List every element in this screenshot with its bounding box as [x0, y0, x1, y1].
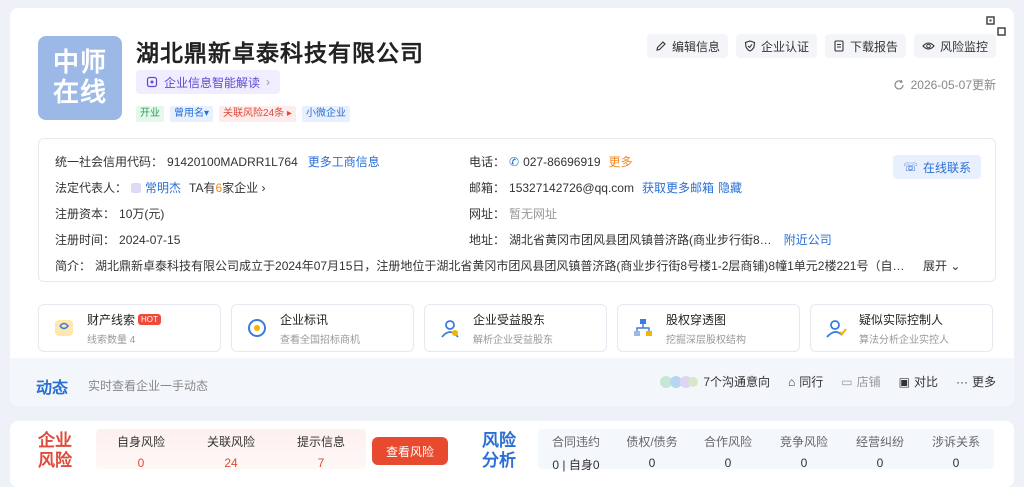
compare-button[interactable]: ▣ 对比	[899, 373, 938, 390]
email-address[interactable]: 15327142726@qq.com	[509, 181, 634, 195]
property-clues-card[interactable]: 财产线索 HOT 线索数量 4	[38, 304, 221, 352]
headset-icon: ☏	[902, 160, 918, 174]
risk-summary-card: 企业 风险 自身风险 0 关联风险 24 提示信息 7 查看风险 风险 分析 合同违约…	[10, 421, 1014, 487]
refresh-icon[interactable]	[893, 79, 905, 91]
intro-text: 湖北鼎新卓泰科技有限公司成立于2024年07月15日，注册地位于湖北省黄冈市团风…	[95, 259, 916, 273]
legal-companies-link[interactable]: TA有6家企业 ›	[189, 179, 266, 196]
peer-button[interactable]: ⌂ 同行	[788, 373, 823, 390]
smart-read-label: 企业信息智能解读	[164, 75, 261, 90]
cooperation-risk[interactable]: 合作风险 0	[690, 429, 766, 470]
phone-row: 电话： ✆ 027-86696919 更多	[469, 153, 633, 170]
related-risk-badge[interactable]: 关联风险24条 ▸	[219, 106, 296, 122]
edit-icon	[656, 41, 666, 51]
phone-more-link[interactable]: 更多	[609, 153, 633, 170]
nearby-company-link[interactable]: 附近公司	[784, 231, 832, 248]
building-icon: ⌂	[788, 374, 796, 389]
company-name: 湖北鼎新卓泰科技有限公司	[136, 41, 424, 67]
legal-rep-row: 法定代表人： 常明杰 TA有6家企业 ›	[55, 179, 266, 196]
micro-enterprise-badge: 小微企业	[301, 106, 350, 122]
contract-breach[interactable]: 合同违约 0 | 自身0	[538, 429, 614, 472]
risk-monitor-button[interactable]: 风险监控	[913, 34, 996, 58]
capital-row: 注册资本： 10万(元)	[55, 207, 165, 221]
related-risk[interactable]: 关联风险 24	[186, 429, 276, 470]
hot-badge: HOT	[138, 313, 161, 325]
more-dots-icon: ···	[955, 374, 968, 389]
communication-intent[interactable]: 7个沟通意向	[659, 373, 770, 390]
bidding-icon	[244, 315, 270, 341]
more-email-link[interactable]: 获取更多邮箱	[642, 179, 714, 196]
risk-counts: 自身风险 0 关联风险 24 提示信息 7	[96, 429, 366, 470]
chevron-right-icon: ›	[266, 75, 271, 89]
phone-icon: ✆	[509, 154, 520, 169]
more-business-link[interactable]: 更多工商信息	[308, 153, 380, 170]
actual-controller-card[interactable]: 疑似实际控制人 算法分析企业实控人	[810, 304, 993, 352]
controller-icon	[823, 315, 849, 341]
more-button[interactable]: ··· 更多	[956, 373, 996, 390]
compare-icon: ▣	[898, 374, 910, 389]
bidding-info-card[interactable]: 企业标讯 查看全国招标商机	[231, 304, 414, 352]
equity-tree-icon	[630, 315, 656, 341]
ai-sparkle-icon	[146, 76, 158, 88]
company-header-card: 中师 在线 湖北鼎新卓泰科技有限公司 企业信息智能解读 › 开业 曾用名▾ 关联…	[10, 8, 1014, 406]
equity-chart-card[interactable]: 股权穿透图 挖掘深层股权结构	[617, 304, 800, 352]
credit-code-row: 统一社会信用代码： 91420100MADRR1L764 更多工商信息	[55, 153, 380, 170]
beneficiary-icon	[437, 315, 463, 341]
shop-icon: ▭	[841, 374, 853, 389]
email-row: 邮箱： 15327142726@qq.com 获取更多邮箱 隐藏	[469, 179, 742, 196]
status-badge-open: 开业	[136, 106, 164, 122]
dynamics-bar: 动态 实时查看企业一手动态 7个沟通意向 ⌂ 同行 ▭ 店铺 ▣ 对比 ··· 更多	[10, 358, 1014, 406]
certify-button[interactable]: 企业认证	[735, 34, 817, 58]
edit-info-button[interactable]: 编辑信息	[646, 34, 728, 58]
eye-icon	[922, 42, 935, 50]
self-risk[interactable]: 自身风险 0	[96, 429, 186, 470]
shop-button[interactable]: ▭ 店铺	[841, 373, 880, 390]
view-risk-button[interactable]: 查看风险	[372, 437, 448, 465]
dynamics-title[interactable]: 动态	[36, 374, 68, 398]
former-name-badge[interactable]: 曾用名▾	[170, 106, 214, 122]
credit-code: 91420100MADRR1L764	[167, 154, 298, 169]
competition-risk[interactable]: 竞争风险 0	[766, 429, 842, 470]
avatars-icon	[660, 375, 699, 388]
smart-read-button[interactable]: 企业信息智能解读 ›	[136, 70, 281, 94]
enterprise-risk-title: 企业 风险	[38, 431, 72, 471]
dynamics-actions: 7个沟通意向 ⌂ 同行 ▭ 店铺 ▣ 对比 ··· 更多	[659, 373, 996, 390]
header-actions: 编辑信息 企业认证 下载报告 风险监控	[646, 34, 996, 58]
hide-email-link[interactable]: 隐藏	[718, 179, 742, 196]
risk-analysis-title: 风险 分析	[482, 431, 516, 471]
debt-claims[interactable]: 债权/债务 0	[614, 429, 690, 470]
legal-rep-link[interactable]: 常明杰	[145, 179, 181, 196]
company-logo: 中师 在线	[38, 36, 122, 120]
business-dispute[interactable]: 经营纠纷 0	[842, 429, 918, 470]
tip-info[interactable]: 提示信息 7	[276, 429, 366, 470]
user-avatar-icon	[131, 182, 142, 193]
reg-time-row: 注册时间： 2024-07-15	[55, 232, 181, 248]
report-icon	[834, 40, 844, 52]
basic-info-panel: 统一社会信用代码： 91420100MADRR1L764 更多工商信息 法定代表人…	[38, 138, 996, 282]
beneficial-owner-card[interactable]: 企业受益股东 解析企业受益股东	[424, 304, 607, 352]
download-report-button[interactable]: 下载报告	[824, 34, 906, 58]
expand-button[interactable]: 展开 ⌄	[923, 257, 960, 274]
intro-row: 简介： 湖北鼎新卓泰科技有限公司成立于2024年07月15日，注册地位于湖北省黄…	[55, 257, 961, 274]
property-clue-icon	[51, 315, 77, 341]
online-contact-button[interactable]: ☏ 在线联系	[892, 155, 981, 179]
qr-code-icon[interactable]	[986, 16, 1006, 36]
website-row: 网址： 暂无网址	[469, 207, 558, 221]
updated-time: 2026-05-07更新	[893, 76, 996, 93]
shield-icon	[744, 40, 756, 52]
dynamics-subtitle: 实时查看企业一手动态	[88, 379, 209, 393]
phone-number[interactable]: 027-86696919	[523, 155, 600, 169]
address-text: 湖北省黄冈市团风县团风镇普济路(商业步行街8…	[509, 233, 772, 247]
risk-analysis-counts: 合同违约 0 | 自身0 债权/债务 0 合作风险 0 竞争风险 0 经营纠纷 0 涉诉关…	[538, 429, 994, 472]
address-row: 地址： 湖北省黄冈市团风县团风镇普济路(商业步行街8… 附近公司	[469, 231, 832, 248]
status-tags: 开业 曾用名▾ 关联风险24条 ▸ 小微企业	[136, 106, 350, 122]
litigation-relation[interactable]: 涉诉关系 0	[918, 429, 994, 470]
feature-shortcuts: 财产线索 HOT 线索数量 4 企业标讯 查看全国招标商机 企业受益股东 解析企业…	[38, 304, 993, 352]
